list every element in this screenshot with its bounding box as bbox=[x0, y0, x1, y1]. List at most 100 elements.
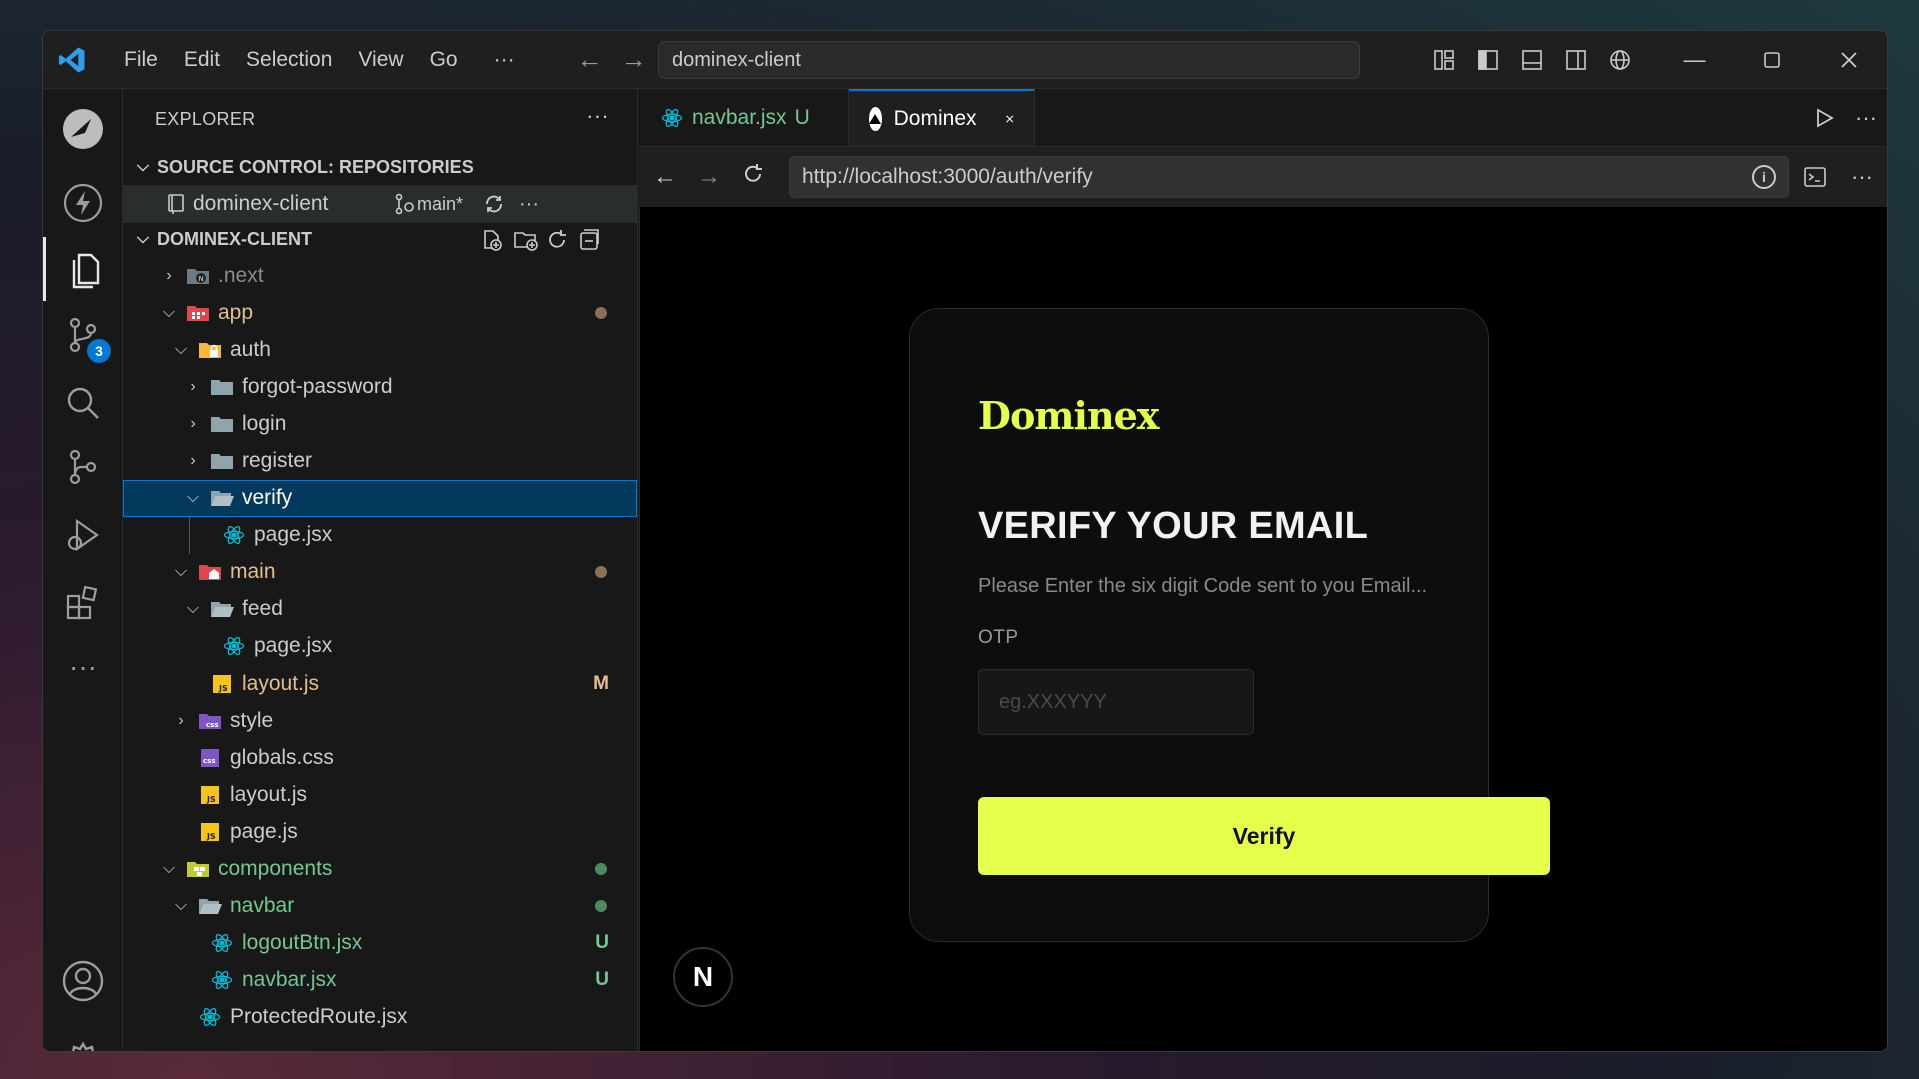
refresh-icon[interactable] bbox=[545, 228, 569, 252]
browser-forward-icon[interactable]: → bbox=[687, 163, 731, 191]
tab-more-button[interactable]: ··· bbox=[1855, 105, 1877, 131]
css-file-icon: css bbox=[197, 747, 223, 769]
components-folder-icon bbox=[185, 858, 211, 880]
git-graph-icon[interactable] bbox=[43, 435, 123, 499]
source-control-section-title: SOURCE CONTROL: REPOSITORIES bbox=[157, 156, 474, 177]
menu-edit[interactable]: Edit bbox=[171, 42, 233, 78]
collapse-all-icon[interactable] bbox=[577, 228, 601, 252]
explorer-header: EXPLORER ··· bbox=[123, 89, 637, 149]
folder-icon bbox=[209, 450, 235, 472]
tree-label: verify bbox=[242, 486, 293, 510]
more-views-icon[interactable]: ··· bbox=[43, 635, 123, 699]
modified-dot bbox=[595, 566, 607, 579]
react-icon bbox=[659, 107, 685, 129]
new-folder-icon[interactable] bbox=[513, 228, 539, 252]
tree-item-page[interactable]: JS page.js bbox=[123, 813, 637, 850]
tree-label: page.js bbox=[230, 819, 298, 843]
nextjs-dev-indicator[interactable]: N bbox=[673, 947, 733, 1007]
tab-navbar-jsx[interactable]: navbar.jsx U bbox=[639, 89, 849, 146]
tree-item-globals[interactable]: css globals.css bbox=[123, 739, 637, 776]
source-control-icon[interactable]: 3 bbox=[43, 303, 123, 367]
tree-item-navbar-folder[interactable]: ⌵ navbar bbox=[123, 888, 637, 925]
run-debug-icon[interactable] bbox=[43, 503, 123, 567]
tree-label: logoutBtn.jsx bbox=[242, 931, 363, 955]
react-icon bbox=[197, 1006, 223, 1028]
app-folder-icon bbox=[185, 302, 211, 324]
sync-icon[interactable] bbox=[483, 193, 505, 215]
globe-icon[interactable] bbox=[1598, 31, 1642, 89]
source-control-section[interactable]: ⌵ SOURCE CONTROL: REPOSITORIES bbox=[123, 149, 637, 185]
run-icon[interactable] bbox=[1813, 107, 1835, 129]
extensions-icon[interactable] bbox=[43, 571, 123, 635]
otp-input[interactable] bbox=[978, 669, 1254, 735]
untracked-status: U bbox=[595, 969, 609, 991]
back-arrow-icon[interactable]: ← bbox=[568, 44, 612, 75]
remote-explorer-icon[interactable] bbox=[43, 97, 123, 161]
maximize-button[interactable] bbox=[1733, 31, 1810, 89]
terminal-icon[interactable] bbox=[1803, 165, 1827, 189]
repo-branch[interactable]: main* bbox=[417, 194, 463, 215]
accounts-icon[interactable] bbox=[43, 949, 123, 1013]
tab-dominex-browser[interactable]: Dominex bbox=[849, 89, 1035, 146]
chevron-down-icon: ⌵ bbox=[136, 158, 150, 175]
toggle-panel-icon[interactable] bbox=[1510, 31, 1554, 89]
browser-toolbar: ← → http://localhost:3000/auth/verify i … bbox=[639, 147, 1887, 207]
repository-row[interactable]: dominex-client main* ··· bbox=[123, 185, 637, 223]
new-file-icon[interactable] bbox=[480, 228, 504, 252]
browser-reload-icon[interactable] bbox=[731, 163, 775, 192]
lightning-icon[interactable] bbox=[43, 171, 123, 235]
tree-item-forgot-password[interactable]: › forgot-password bbox=[123, 368, 637, 405]
menu-go[interactable]: Go bbox=[417, 42, 471, 78]
tree-item-components[interactable]: ⌵ components bbox=[123, 851, 637, 888]
toggle-secondary-sidebar-icon[interactable] bbox=[1554, 31, 1598, 89]
close-window-button[interactable] bbox=[1810, 31, 1887, 89]
tree-item-app[interactable]: ⌵ app bbox=[123, 294, 637, 331]
tree-item-login[interactable]: › login bbox=[123, 405, 637, 442]
explorer-sidebar: EXPLORER ··· ⌵ SOURCE CONTROL: REPOSITOR… bbox=[123, 89, 638, 1051]
tree-label: style bbox=[230, 708, 274, 732]
tree-label: app bbox=[218, 300, 254, 324]
toggle-primary-sidebar-icon[interactable] bbox=[1466, 31, 1510, 89]
customize-layout-icon[interactable] bbox=[1422, 31, 1466, 89]
tree-item-verify-page[interactable]: page.jsx bbox=[123, 516, 637, 554]
file-tree: › N .next ⌵ app ⌵ auth › forgot-password… bbox=[123, 257, 637, 1036]
tree-item-main-layout[interactable]: JS layout.js M bbox=[123, 665, 637, 702]
tree-item-navbar-jsx[interactable]: navbar.jsx U bbox=[123, 962, 637, 999]
info-icon[interactable]: i bbox=[1752, 165, 1776, 189]
chevron-down-icon: ⌵ bbox=[186, 489, 200, 507]
menu-file[interactable]: File bbox=[111, 42, 171, 78]
tree-item-protected-route[interactable]: ProtectedRoute.jsx bbox=[123, 999, 637, 1036]
tree-item-next[interactable]: › N .next bbox=[123, 257, 637, 294]
tree-item-feed[interactable]: ⌵ feed bbox=[123, 591, 637, 628]
close-tab-icon[interactable] bbox=[1005, 110, 1014, 128]
browser-back-icon[interactable]: ← bbox=[643, 163, 687, 191]
untracked-status: U bbox=[595, 932, 609, 954]
tree-item-logout-btn[interactable]: logoutBtn.jsx U bbox=[123, 925, 637, 962]
settings-gear-icon[interactable] bbox=[43, 1029, 123, 1051]
menu-more[interactable]: ··· bbox=[481, 42, 528, 78]
chevron-down-icon: ⌵ bbox=[186, 600, 200, 618]
browser-more-button[interactable]: ··· bbox=[1851, 164, 1873, 190]
minimize-button[interactable]: — bbox=[1656, 31, 1733, 89]
command-center-search[interactable]: dominex-client bbox=[658, 41, 1360, 79]
forward-arrow-icon[interactable]: → bbox=[612, 44, 656, 75]
repo-more-button[interactable]: ··· bbox=[519, 193, 539, 216]
explorer-files-icon[interactable] bbox=[43, 237, 123, 301]
tree-item-auth[interactable]: ⌵ auth bbox=[123, 331, 637, 368]
explorer-more-button[interactable]: ··· bbox=[586, 103, 609, 129]
tree-item-feed-page[interactable]: page.jsx bbox=[123, 628, 637, 665]
tree-item-style[interactable]: › css style bbox=[123, 702, 637, 739]
svg-text:css: css bbox=[203, 757, 215, 765]
menu-view[interactable]: View bbox=[345, 42, 416, 78]
browser-url-input[interactable]: http://localhost:3000/auth/verify i bbox=[789, 156, 1789, 198]
verify-button[interactable]: Verify bbox=[978, 797, 1550, 875]
menu-selection[interactable]: Selection bbox=[233, 42, 345, 78]
search-icon[interactable] bbox=[43, 371, 123, 435]
tree-label: feed bbox=[242, 597, 283, 621]
tree-item-main[interactable]: ⌵ main bbox=[123, 554, 637, 591]
vscode-window: File Edit Selection View Go ··· ← → domi… bbox=[42, 30, 1888, 1052]
tree-item-register[interactable]: › register bbox=[123, 442, 637, 479]
project-section[interactable]: ⌵ DOMINEX-CLIENT bbox=[123, 221, 637, 257]
tree-item-verify[interactable]: ⌵ verify bbox=[123, 479, 637, 517]
tree-item-layout[interactable]: JS layout.js bbox=[123, 776, 637, 813]
